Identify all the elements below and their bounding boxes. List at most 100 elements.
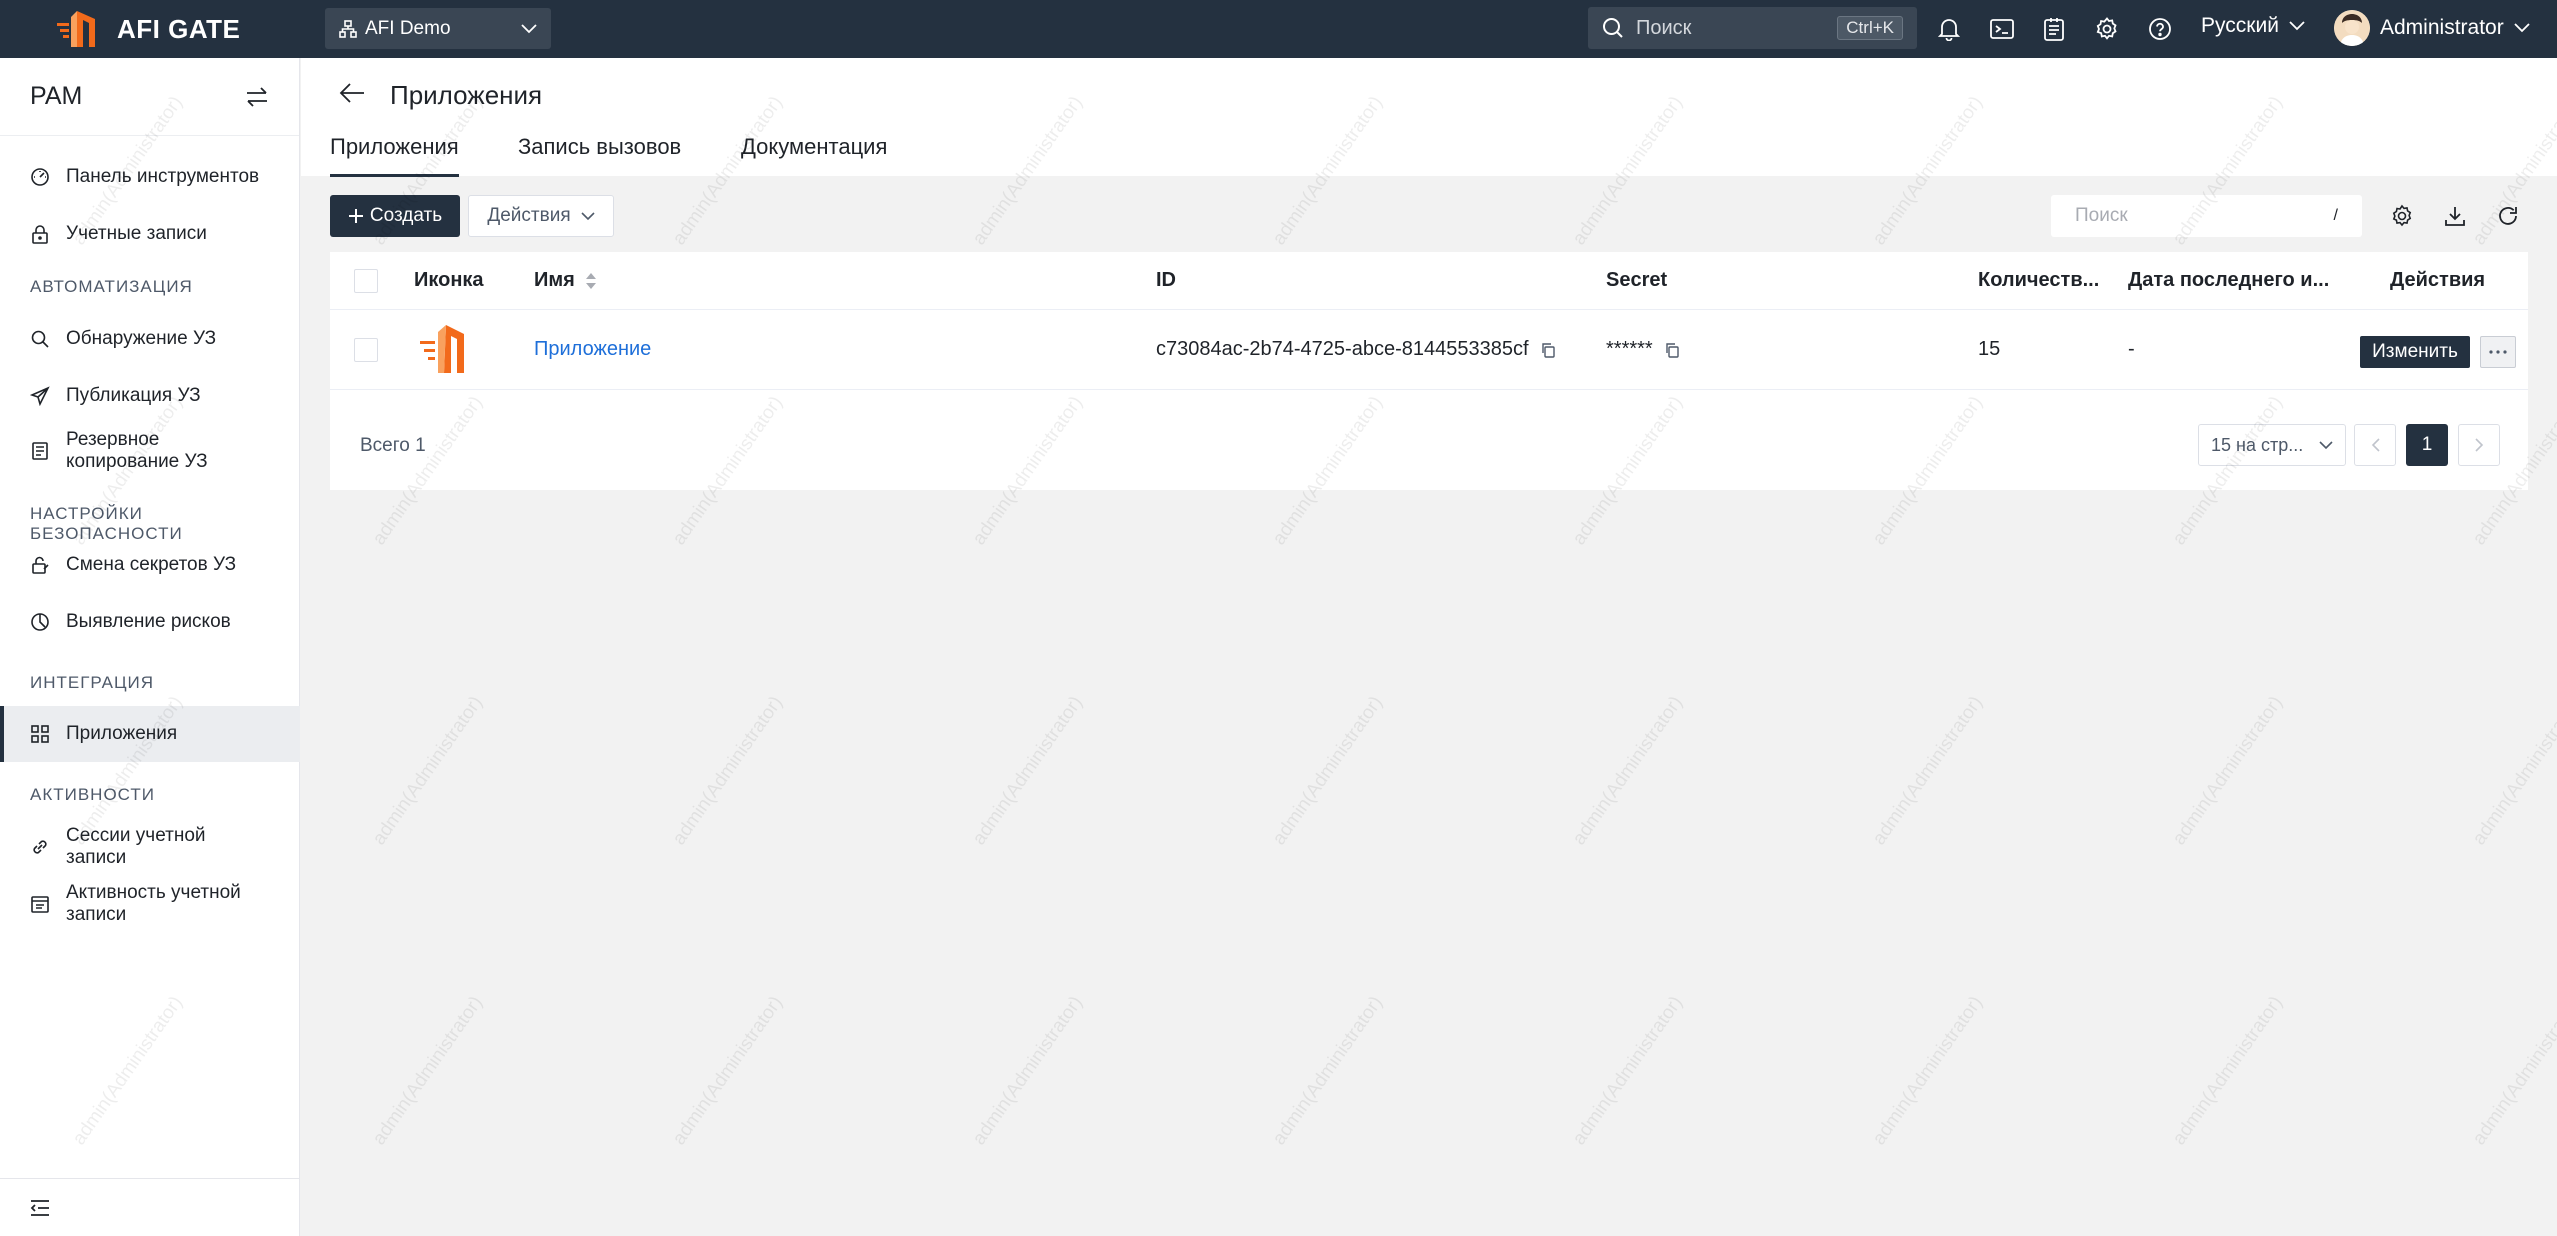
sidebar-header: PAM — [0, 58, 299, 136]
chevron-right-icon — [2474, 438, 2483, 452]
sidebar-item-label: Приложения — [66, 723, 178, 744]
sidebar-item-account-discovery[interactable]: Обнаружение УЗ — [0, 318, 300, 360]
sidebar-item-applications[interactable]: Приложения — [0, 706, 300, 762]
chevron-down-icon — [581, 211, 595, 220]
column-header-icon: Иконка — [414, 269, 484, 291]
table-row: Приложение c73084ac-2b74-4725-abce-81445… — [330, 310, 2528, 390]
column-header-name-label: Имя — [534, 269, 575, 291]
secret-rotate-icon — [32, 556, 49, 574]
help-icon[interactable] — [2146, 15, 2174, 43]
watermark-text: admin(Administrator) — [368, 692, 487, 849]
dashboard-icon — [31, 168, 49, 186]
column-header-secret: Secret — [1606, 269, 1668, 291]
page-size-value: 15 на стр... — [2211, 434, 2304, 455]
copy-icon[interactable] — [1540, 342, 1556, 358]
task-list-icon[interactable] — [2040, 15, 2068, 43]
sidebar-item-account-sessions[interactable]: Сессии учетной записи — [0, 822, 300, 872]
org-selector[interactable]: AFI Demo — [325, 8, 551, 49]
org-tree-icon — [339, 19, 357, 38]
sidebar-item-account-publishing[interactable]: Публикация УЗ — [0, 375, 300, 417]
select-all-checkbox[interactable] — [354, 269, 378, 293]
watermark-text: admin(Administrator) — [668, 692, 787, 849]
sidebar-title: PAM — [30, 82, 83, 110]
sidebar-item-dashboard[interactable]: Панель инструментов — [0, 156, 300, 198]
global-search-input[interactable]: Поиск Ctrl+K — [1588, 7, 1917, 49]
page-title: Приложения — [390, 80, 543, 110]
column-header-name[interactable]: Имя — [534, 269, 597, 292]
brand-logo[interactable]: AFI GATE — [55, 9, 240, 49]
sidebar-item-accounts[interactable]: Учетные записи — [0, 213, 300, 255]
chevron-down-icon — [2319, 440, 2333, 449]
app-id-cell: c73084ac-2b74-4725-abce-8144553385cf — [1156, 338, 1556, 361]
copy-icon[interactable] — [1664, 342, 1680, 358]
sidebar-group-security: НАСТРОЙКИ БЕЗОПАСНОСТИ — [30, 504, 183, 543]
sidebar-item-account-backup[interactable]: Резервное копирование УЗ — [0, 426, 300, 476]
watermark-text: admin(Administrator) — [1568, 992, 1687, 1149]
tab-call-log[interactable]: Запись вызовов — [518, 134, 681, 174]
page-number-current[interactable]: 1 — [2406, 424, 2448, 466]
sidebar-group-automation: АВТОМАТИЗАЦИЯ — [30, 277, 193, 296]
actions-dropdown[interactable]: Действия — [468, 195, 614, 237]
applications-table: Иконка Имя ID Secret Количеств... Дата п… — [330, 252, 2528, 490]
sidebar-item-label: Сессии учетной записи — [66, 825, 206, 868]
watermark-text: admin(Administrator) — [1568, 692, 1687, 849]
back-arrow-icon[interactable] — [339, 82, 365, 104]
more-actions-button[interactable] — [2480, 336, 2516, 368]
sidebar-item-account-activity[interactable]: Активность учетной записи — [0, 879, 300, 929]
apps-icon — [31, 725, 49, 743]
avatar — [2334, 10, 2370, 46]
refresh-icon[interactable] — [2496, 204, 2520, 228]
sidebar-item-label: Обнаружение УЗ — [66, 328, 217, 349]
app-count-cell: 15 — [1978, 338, 2001, 360]
terminal-icon[interactable] — [1988, 15, 2016, 43]
tab-documentation[interactable]: Документация — [741, 134, 887, 174]
download-icon[interactable] — [2443, 204, 2467, 228]
column-header-actions: Действия — [2390, 269, 2486, 291]
watermark-text: admin(Administrator) — [1268, 992, 1387, 1149]
settings-gear-icon[interactable] — [2093, 15, 2121, 43]
brand-name: AFI GATE — [117, 13, 241, 44]
actions-dropdown-label: Действия — [487, 205, 571, 226]
notifications-bell-icon[interactable] — [1935, 15, 1963, 43]
sidebar-item-risk-detection[interactable]: Выявление рисков — [0, 601, 300, 643]
user-menu[interactable]: Administrator — [2334, 10, 2530, 46]
next-page-button[interactable] — [2458, 424, 2500, 466]
sidebar-group-integration: ИНТЕГРАЦИЯ — [30, 673, 155, 692]
watermark-text: admin(Administrator) — [968, 692, 1087, 849]
plus-icon — [348, 209, 363, 223]
chevron-down-icon — [2514, 23, 2530, 33]
sidebar-footer — [0, 1178, 300, 1236]
page-size-select[interactable]: 15 на стр... — [2198, 424, 2346, 466]
column-header-last-date: Дата последнего и... — [2128, 269, 2330, 291]
row-checkbox[interactable] — [354, 338, 378, 362]
switch-module-icon[interactable] — [245, 86, 269, 107]
sidebar-item-secret-rotation[interactable]: Смена секретов УЗ — [0, 544, 300, 586]
table-total: Всего 1 — [360, 435, 426, 456]
chevron-down-icon — [2289, 21, 2305, 31]
sidebar: PAM Панель инструментов Учетные записи А… — [0, 58, 300, 1236]
edit-button[interactable]: Изменить — [2360, 336, 2470, 368]
collapse-menu-icon[interactable] — [30, 1199, 50, 1217]
watermark-text: admin(Administrator) — [1868, 692, 1987, 849]
prev-page-button[interactable] — [2354, 424, 2396, 466]
sidebar-item-label: Смена секретов УЗ — [66, 554, 237, 575]
send-icon — [30, 386, 50, 406]
lock-icon — [32, 225, 48, 244]
app-secret-value: ****** — [1606, 338, 1653, 360]
table-settings-icon[interactable] — [2390, 204, 2414, 228]
watermark-text: admin(Administrator) — [668, 992, 787, 1149]
create-button[interactable]: Создать — [330, 195, 460, 237]
app-secret-cell: ****** — [1606, 338, 1680, 361]
global-search-placeholder: Поиск — [1636, 16, 1692, 39]
sidebar-item-label: Панель инструментов — [66, 166, 260, 187]
watermark-text: admin(Administrator) — [2468, 692, 2557, 849]
app-last-date-cell: - — [2128, 338, 2135, 360]
sidebar-group-activity: АКТИВНОСТИ — [30, 785, 155, 804]
table-search-input[interactable]: Поиск / — [2051, 195, 2362, 237]
chevron-left-icon — [2371, 438, 2380, 452]
backup-icon — [32, 442, 48, 460]
watermark-text: admin(Administrator) — [1268, 692, 1387, 849]
tab-applications[interactable]: Приложения — [330, 134, 459, 177]
app-name-link[interactable]: Приложение — [534, 338, 651, 361]
language-selector[interactable]: Русский — [2201, 14, 2305, 38]
